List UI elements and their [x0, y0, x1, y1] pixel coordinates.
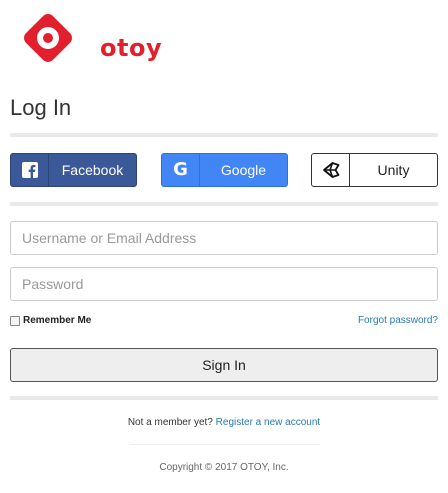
password-placeholder: Password [22, 276, 84, 292]
facebook-icon [11, 154, 49, 186]
brand-name: otoy [100, 34, 163, 62]
otoy-logo: otoy [20, 14, 162, 66]
remember-me-checkbox[interactable] [10, 315, 20, 326]
register-prompt: Not a member yet? [127, 417, 213, 428]
divider [10, 133, 438, 137]
page-title: Log In [10, 95, 72, 120]
copyright-text: Copyright © 2017 OTOY, Inc. [159, 462, 289, 473]
unity-icon [312, 154, 350, 186]
google-label: Google [220, 162, 267, 178]
login-page: otoy Log In Facebook G Google Unity User… [0, 0, 448, 493]
google-icon: G [162, 154, 200, 186]
register-prompt-line: Not a member yet? Register a new account [0, 417, 448, 428]
username-input[interactable]: Username or Email Address [10, 221, 438, 255]
remember-me-label: Remember Me [23, 315, 92, 326]
unity-label: Unity [377, 162, 410, 178]
forgot-password-link[interactable]: Forgot password? [358, 315, 438, 326]
username-placeholder: Username or Email Address [22, 230, 197, 246]
footer-divider [130, 444, 320, 445]
otoy-logo-icon [24, 14, 72, 62]
unity-login-button[interactable]: Unity [311, 153, 438, 187]
sign-in-label: Sign In [202, 357, 246, 373]
facebook-label: Facebook [61, 162, 124, 178]
remember-me[interactable]: Remember Me [10, 315, 91, 326]
divider [10, 396, 438, 400]
register-link[interactable]: Register a new account [216, 417, 321, 428]
divider [10, 202, 438, 206]
sign-in-button[interactable]: Sign In [10, 348, 438, 382]
facebook-login-button[interactable]: Facebook [10, 153, 137, 187]
google-login-button[interactable]: G Google [161, 153, 288, 187]
password-input[interactable]: Password [10, 267, 438, 301]
